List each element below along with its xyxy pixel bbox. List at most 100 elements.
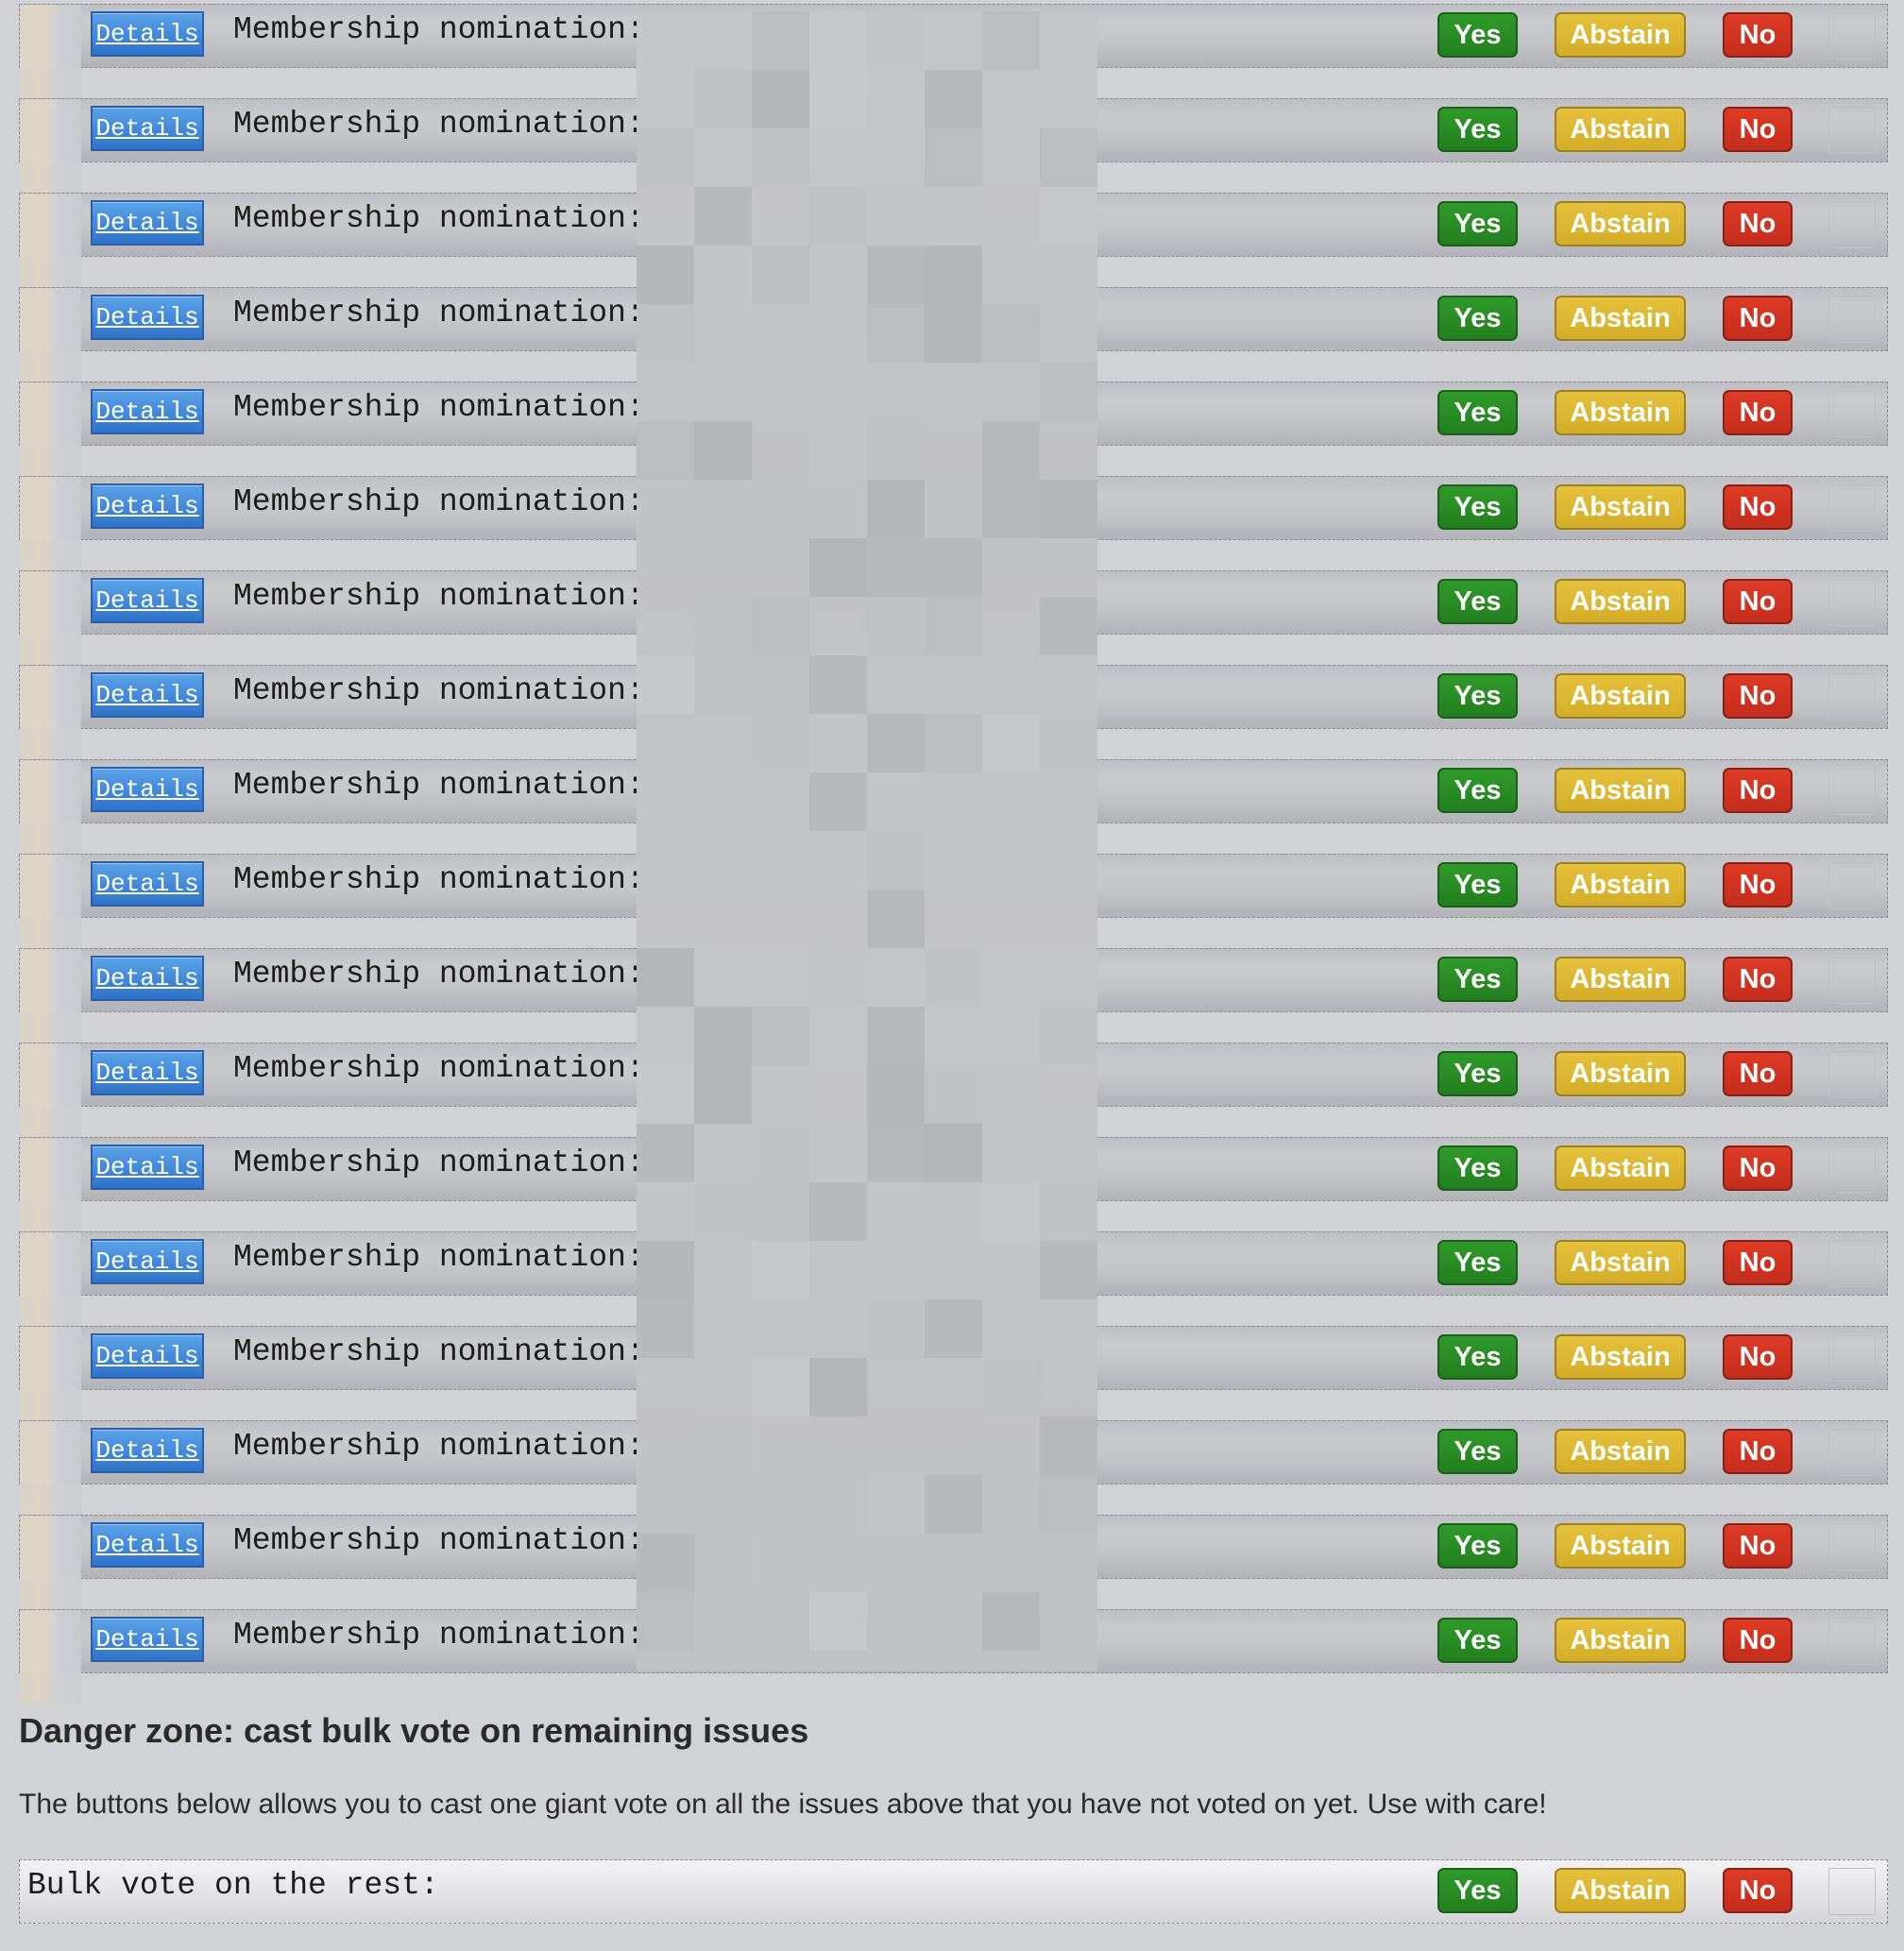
redaction-block: [867, 246, 925, 304]
redaction-block: [925, 1241, 982, 1299]
vote-abstain-button[interactable]: Abstain: [1555, 1051, 1686, 1096]
vote-no-button[interactable]: No: [1723, 1240, 1793, 1285]
nomination-title: Membership nomination:: [233, 1240, 645, 1275]
vote-abstain-button[interactable]: Abstain: [1555, 390, 1686, 435]
details-button[interactable]: Details: [91, 1050, 204, 1095]
redaction-block: [867, 480, 925, 538]
vote-abstain-button[interactable]: Abstain: [1555, 768, 1686, 813]
redaction-block: [925, 128, 982, 187]
details-button[interactable]: Details: [91, 106, 204, 151]
vote-no-button[interactable]: No: [1723, 296, 1793, 341]
details-button[interactable]: Details: [91, 11, 204, 57]
vote-yes-button[interactable]: Yes: [1437, 12, 1518, 58]
vote-yes-button[interactable]: Yes: [1437, 201, 1518, 246]
details-button[interactable]: Details: [91, 861, 204, 907]
vote-yes-button[interactable]: Yes: [1437, 1334, 1518, 1380]
redaction-block: [637, 1065, 694, 1124]
vote-yes-button[interactable]: Yes: [1437, 862, 1518, 908]
row-status-stripe: [20, 288, 81, 382]
vote-no-button[interactable]: No: [1723, 1429, 1793, 1474]
details-button[interactable]: Details: [91, 389, 204, 434]
vote-status-box: [1828, 768, 1876, 815]
details-button[interactable]: Details: [91, 956, 204, 1001]
nomination-title: Membership nomination:: [233, 1145, 645, 1180]
vote-status-box: [1828, 673, 1876, 721]
vote-abstain-button[interactable]: Abstain: [1555, 862, 1686, 908]
bulk-yes-button[interactable]: Yes: [1437, 1868, 1518, 1913]
vote-abstain-button[interactable]: Abstain: [1555, 201, 1686, 246]
row-status-stripe: [20, 1610, 81, 1705]
bulk-abstain-button[interactable]: Abstain: [1555, 1868, 1686, 1913]
vote-no-button[interactable]: No: [1723, 390, 1793, 435]
vote-no-button[interactable]: No: [1723, 673, 1793, 719]
vote-no-button[interactable]: No: [1723, 862, 1793, 908]
vote-abstain-button[interactable]: Abstain: [1555, 579, 1686, 624]
details-button[interactable]: Details: [91, 767, 204, 812]
redaction-block: [867, 421, 925, 480]
details-button[interactable]: Details: [91, 1333, 204, 1379]
row-status-stripe: [20, 855, 81, 949]
vote-yes-button[interactable]: Yes: [1437, 768, 1518, 813]
vote-no-button[interactable]: No: [1723, 768, 1793, 813]
vote-no-button[interactable]: No: [1723, 107, 1793, 152]
vote-yes-button[interactable]: Yes: [1437, 296, 1518, 341]
vote-yes-button[interactable]: Yes: [1437, 107, 1518, 152]
vote-no-button[interactable]: No: [1723, 1334, 1793, 1380]
vote-no-button[interactable]: No: [1723, 12, 1793, 58]
vote-no-button[interactable]: No: [1723, 484, 1793, 530]
redaction-block: [637, 128, 694, 187]
vote-no-button[interactable]: No: [1723, 579, 1793, 624]
vote-yes-button[interactable]: Yes: [1437, 1618, 1518, 1663]
vote-no-button[interactable]: No: [1723, 201, 1793, 246]
vote-abstain-button[interactable]: Abstain: [1555, 107, 1686, 152]
vote-abstain-button[interactable]: Abstain: [1555, 673, 1686, 719]
vote-abstain-button[interactable]: Abstain: [1555, 1618, 1686, 1663]
vote-no-button[interactable]: No: [1723, 1618, 1793, 1663]
details-button[interactable]: Details: [91, 295, 204, 340]
vote-yes-button[interactable]: Yes: [1437, 957, 1518, 1002]
vote-abstain-button[interactable]: Abstain: [1555, 1429, 1686, 1474]
details-button[interactable]: Details: [91, 1145, 204, 1190]
vote-abstain-button[interactable]: Abstain: [1555, 1334, 1686, 1380]
redaction-block: [925, 1065, 982, 1124]
redaction-block: [982, 1065, 1040, 1124]
vote-yes-button[interactable]: Yes: [1437, 579, 1518, 624]
vote-yes-button[interactable]: Yes: [1437, 1051, 1518, 1096]
vote-yes-button[interactable]: Yes: [1437, 1429, 1518, 1474]
vote-yes-button[interactable]: Yes: [1437, 1523, 1518, 1569]
details-button[interactable]: Details: [91, 1428, 204, 1473]
vote-abstain-button[interactable]: Abstain: [1555, 1240, 1686, 1285]
redacted-names-overlay: [637, 11, 1097, 1671]
details-button[interactable]: Details: [91, 1617, 204, 1662]
vote-abstain-button[interactable]: Abstain: [1555, 296, 1686, 341]
vote-abstain-button[interactable]: Abstain: [1555, 1145, 1686, 1191]
vote-yes-button[interactable]: Yes: [1437, 1240, 1518, 1285]
details-button[interactable]: Details: [91, 1239, 204, 1284]
details-button[interactable]: Details: [91, 484, 204, 529]
row-status-stripe: [20, 1232, 81, 1327]
vote-status-box: [1828, 296, 1876, 343]
vote-yes-button[interactable]: Yes: [1437, 1145, 1518, 1191]
vote-no-button[interactable]: No: [1723, 1051, 1793, 1096]
vote-abstain-button[interactable]: Abstain: [1555, 1523, 1686, 1569]
bulk-no-button[interactable]: No: [1723, 1868, 1793, 1913]
vote-yes-button[interactable]: Yes: [1437, 390, 1518, 435]
vote-abstain-button[interactable]: Abstain: [1555, 957, 1686, 1002]
vote-yes-button[interactable]: Yes: [1437, 673, 1518, 719]
vote-yes-button[interactable]: Yes: [1437, 484, 1518, 530]
details-button[interactable]: Details: [91, 200, 204, 246]
redaction-block: [694, 1534, 752, 1592]
vote-abstain-button[interactable]: Abstain: [1555, 12, 1686, 58]
details-button[interactable]: Details: [91, 578, 204, 623]
redaction-block: [752, 128, 809, 187]
vote-abstain-button[interactable]: Abstain: [1555, 484, 1686, 530]
nomination-title: Membership nomination:: [233, 579, 645, 614]
redaction-block: [637, 304, 694, 363]
row-status-stripe: [20, 5, 81, 99]
vote-no-button[interactable]: No: [1723, 1145, 1793, 1191]
redaction-block: [1040, 363, 1097, 421]
details-button[interactable]: Details: [91, 1522, 204, 1568]
vote-no-button[interactable]: No: [1723, 957, 1793, 1002]
details-button[interactable]: Details: [91, 672, 204, 718]
vote-no-button[interactable]: No: [1723, 1523, 1793, 1569]
